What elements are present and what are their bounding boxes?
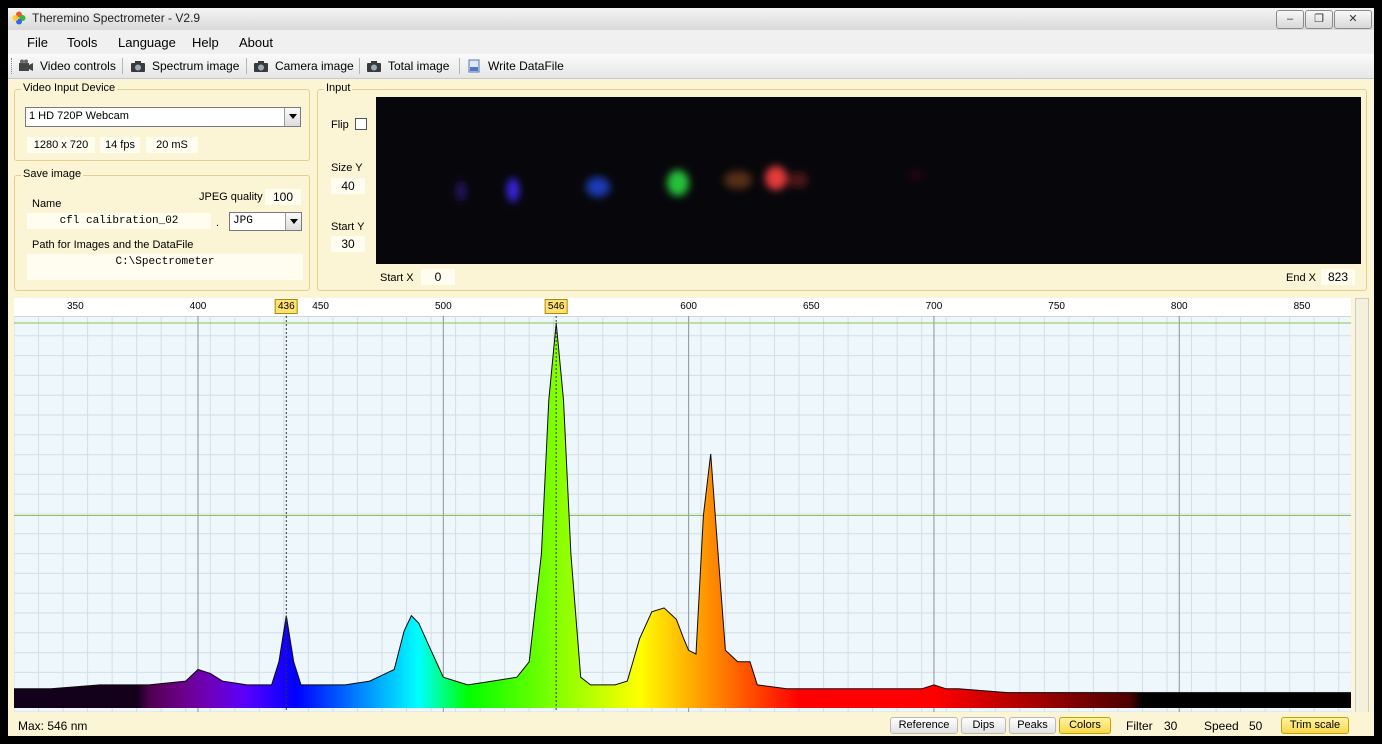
max-wavelength: Max: 546 nm	[18, 719, 88, 733]
start-x-label: Start X	[380, 272, 414, 284]
video-input-group: Video Input Device 1 HD 720P Webcam 1280…	[14, 82, 310, 161]
x-tick-label: 650	[802, 301, 820, 312]
start-x-field[interactable]: 0	[421, 269, 455, 285]
menu-file[interactable]: File	[27, 35, 48, 50]
trim-scale-button[interactable]: Trim scale	[1281, 717, 1349, 734]
menu-bar: File Tools Language Help About	[8, 30, 1374, 54]
chevron-down-icon[interactable]	[284, 108, 300, 126]
camera-icon	[131, 61, 145, 72]
size-y-field[interactable]: 40	[331, 178, 365, 194]
flip-checkbox[interactable]	[355, 118, 367, 130]
write-datafile-button[interactable]: Write DataFile	[466, 57, 564, 75]
toolbar-separator	[246, 58, 247, 74]
reference-button[interactable]: Reference	[890, 717, 958, 734]
menu-tools[interactable]: Tools	[67, 35, 97, 50]
menu-language[interactable]: Language	[118, 35, 176, 50]
colors-button[interactable]: Colors	[1059, 717, 1111, 734]
x-tick-label: 500	[434, 301, 452, 312]
dips-button[interactable]: Dips	[961, 717, 1006, 734]
x-tick-label: 800	[1170, 301, 1188, 312]
input-legend: Input	[324, 82, 353, 94]
spectrum-image-label: Spectrum image	[152, 59, 240, 73]
chevron-down-icon[interactable]	[285, 213, 301, 230]
flip-label: Flip	[331, 119, 349, 131]
jpeg-quality-label: JPEG quality	[199, 191, 263, 203]
title-bar: Theremino Spectrometer - V2.9 – ❐ ✕	[8, 8, 1374, 31]
status-bar: Max: 546 nm Reference Dips Peaks Colors …	[8, 712, 1374, 736]
spectrum-chart[interactable]	[14, 316, 1351, 712]
total-image-button[interactable]: Total image	[366, 57, 449, 75]
video-input-legend: Video Input Device	[21, 82, 118, 94]
filter-label: Filter	[1126, 719, 1153, 733]
end-x-label: End X	[1286, 272, 1316, 284]
restore-button[interactable]: ❐	[1305, 10, 1333, 29]
speed-value[interactable]: 50	[1249, 719, 1262, 733]
toolbar-separator	[459, 58, 460, 74]
vertical-scrollbar[interactable]	[1355, 298, 1369, 714]
minimize-button[interactable]: –	[1276, 10, 1304, 29]
name-ext-dot: .	[216, 217, 220, 229]
app-icon	[12, 11, 26, 25]
fps-field: 14 fps	[100, 137, 140, 153]
app-window: Theremino Spectrometer - V2.9 – ❐ ✕ File…	[8, 8, 1374, 736]
jpeg-quality-field[interactable]: 100	[265, 189, 301, 205]
video-device-select[interactable]: 1 HD 720P Webcam	[25, 107, 301, 127]
toolbar-separator	[359, 58, 360, 74]
camera-preview[interactable]	[376, 97, 1361, 264]
image-format-value: JPG	[233, 215, 253, 227]
toolbar-separator	[122, 58, 123, 74]
spectrum-panel[interactable]: 350 400 450 500 600 650 700 750 800 850 436 546	[14, 298, 1351, 712]
video-camera-icon	[19, 59, 33, 71]
video-controls-button[interactable]: Video controls	[18, 57, 116, 75]
save-image-group: Save image JPEG quality 100 Name cfl cal…	[14, 168, 310, 291]
path-label: Path for Images and the DataFile	[32, 239, 194, 251]
toolbar: Video controls Spectrum image Camera ima…	[8, 54, 1374, 79]
toolbar-grip	[11, 58, 15, 74]
video-controls-label: Video controls	[40, 59, 116, 73]
name-label: Name	[32, 198, 62, 210]
menu-about[interactable]: About	[239, 35, 273, 50]
path-field[interactable]: C:\Spectrometer	[27, 254, 303, 280]
size-y-label: Size Y	[331, 162, 363, 174]
start-y-field[interactable]: 30	[331, 236, 365, 252]
end-x-field[interactable]: 823	[1321, 269, 1355, 285]
x-tick-label: 450	[312, 301, 329, 312]
speed-label: Speed	[1204, 719, 1239, 733]
spectrum-image-button[interactable]: Spectrum image	[130, 57, 239, 75]
menu-help[interactable]: Help	[192, 35, 219, 50]
video-device-value: 1 HD 720P Webcam	[29, 110, 129, 122]
camera-icon	[254, 61, 268, 72]
image-name-field[interactable]: cfl calibration_02	[27, 213, 211, 229]
x-tick-label: 600	[680, 301, 697, 312]
x-tick-label: 850	[1293, 301, 1311, 312]
x-tick-label: 400	[189, 301, 207, 312]
peaks-button[interactable]: Peaks	[1009, 717, 1056, 734]
resolution-field: 1280 x 720	[27, 137, 95, 153]
wavelength-marker[interactable]: 546	[544, 299, 568, 314]
save-image-legend: Save image	[21, 168, 84, 180]
camera-image-label: Camera image	[275, 59, 354, 73]
window-title: Theremino Spectrometer - V2.9	[32, 11, 201, 25]
start-y-label: Start Y	[331, 221, 365, 233]
close-button[interactable]: ✕	[1334, 10, 1372, 29]
camera-icon	[367, 61, 381, 72]
total-image-label: Total image	[388, 59, 450, 73]
camera-image-button[interactable]: Camera image	[253, 57, 354, 75]
save-data-icon	[468, 59, 480, 73]
write-datafile-label: Write DataFile	[488, 59, 564, 73]
image-format-select[interactable]: JPG	[229, 212, 302, 231]
filter-value[interactable]: 30	[1164, 719, 1177, 733]
input-group: Input Flip Size Y 40 Start Y 30 Start X	[317, 82, 1367, 291]
x-tick-label: 350	[66, 301, 84, 312]
x-tick-label: 700	[925, 301, 943, 312]
interval-field: 20 mS	[146, 137, 198, 153]
wavelength-marker[interactable]: 436	[274, 299, 298, 314]
x-tick-label: 750	[1048, 301, 1065, 312]
wavelength-scale: 350 400 450 500 600 650 700 750 800 850 436 546	[14, 298, 1351, 317]
